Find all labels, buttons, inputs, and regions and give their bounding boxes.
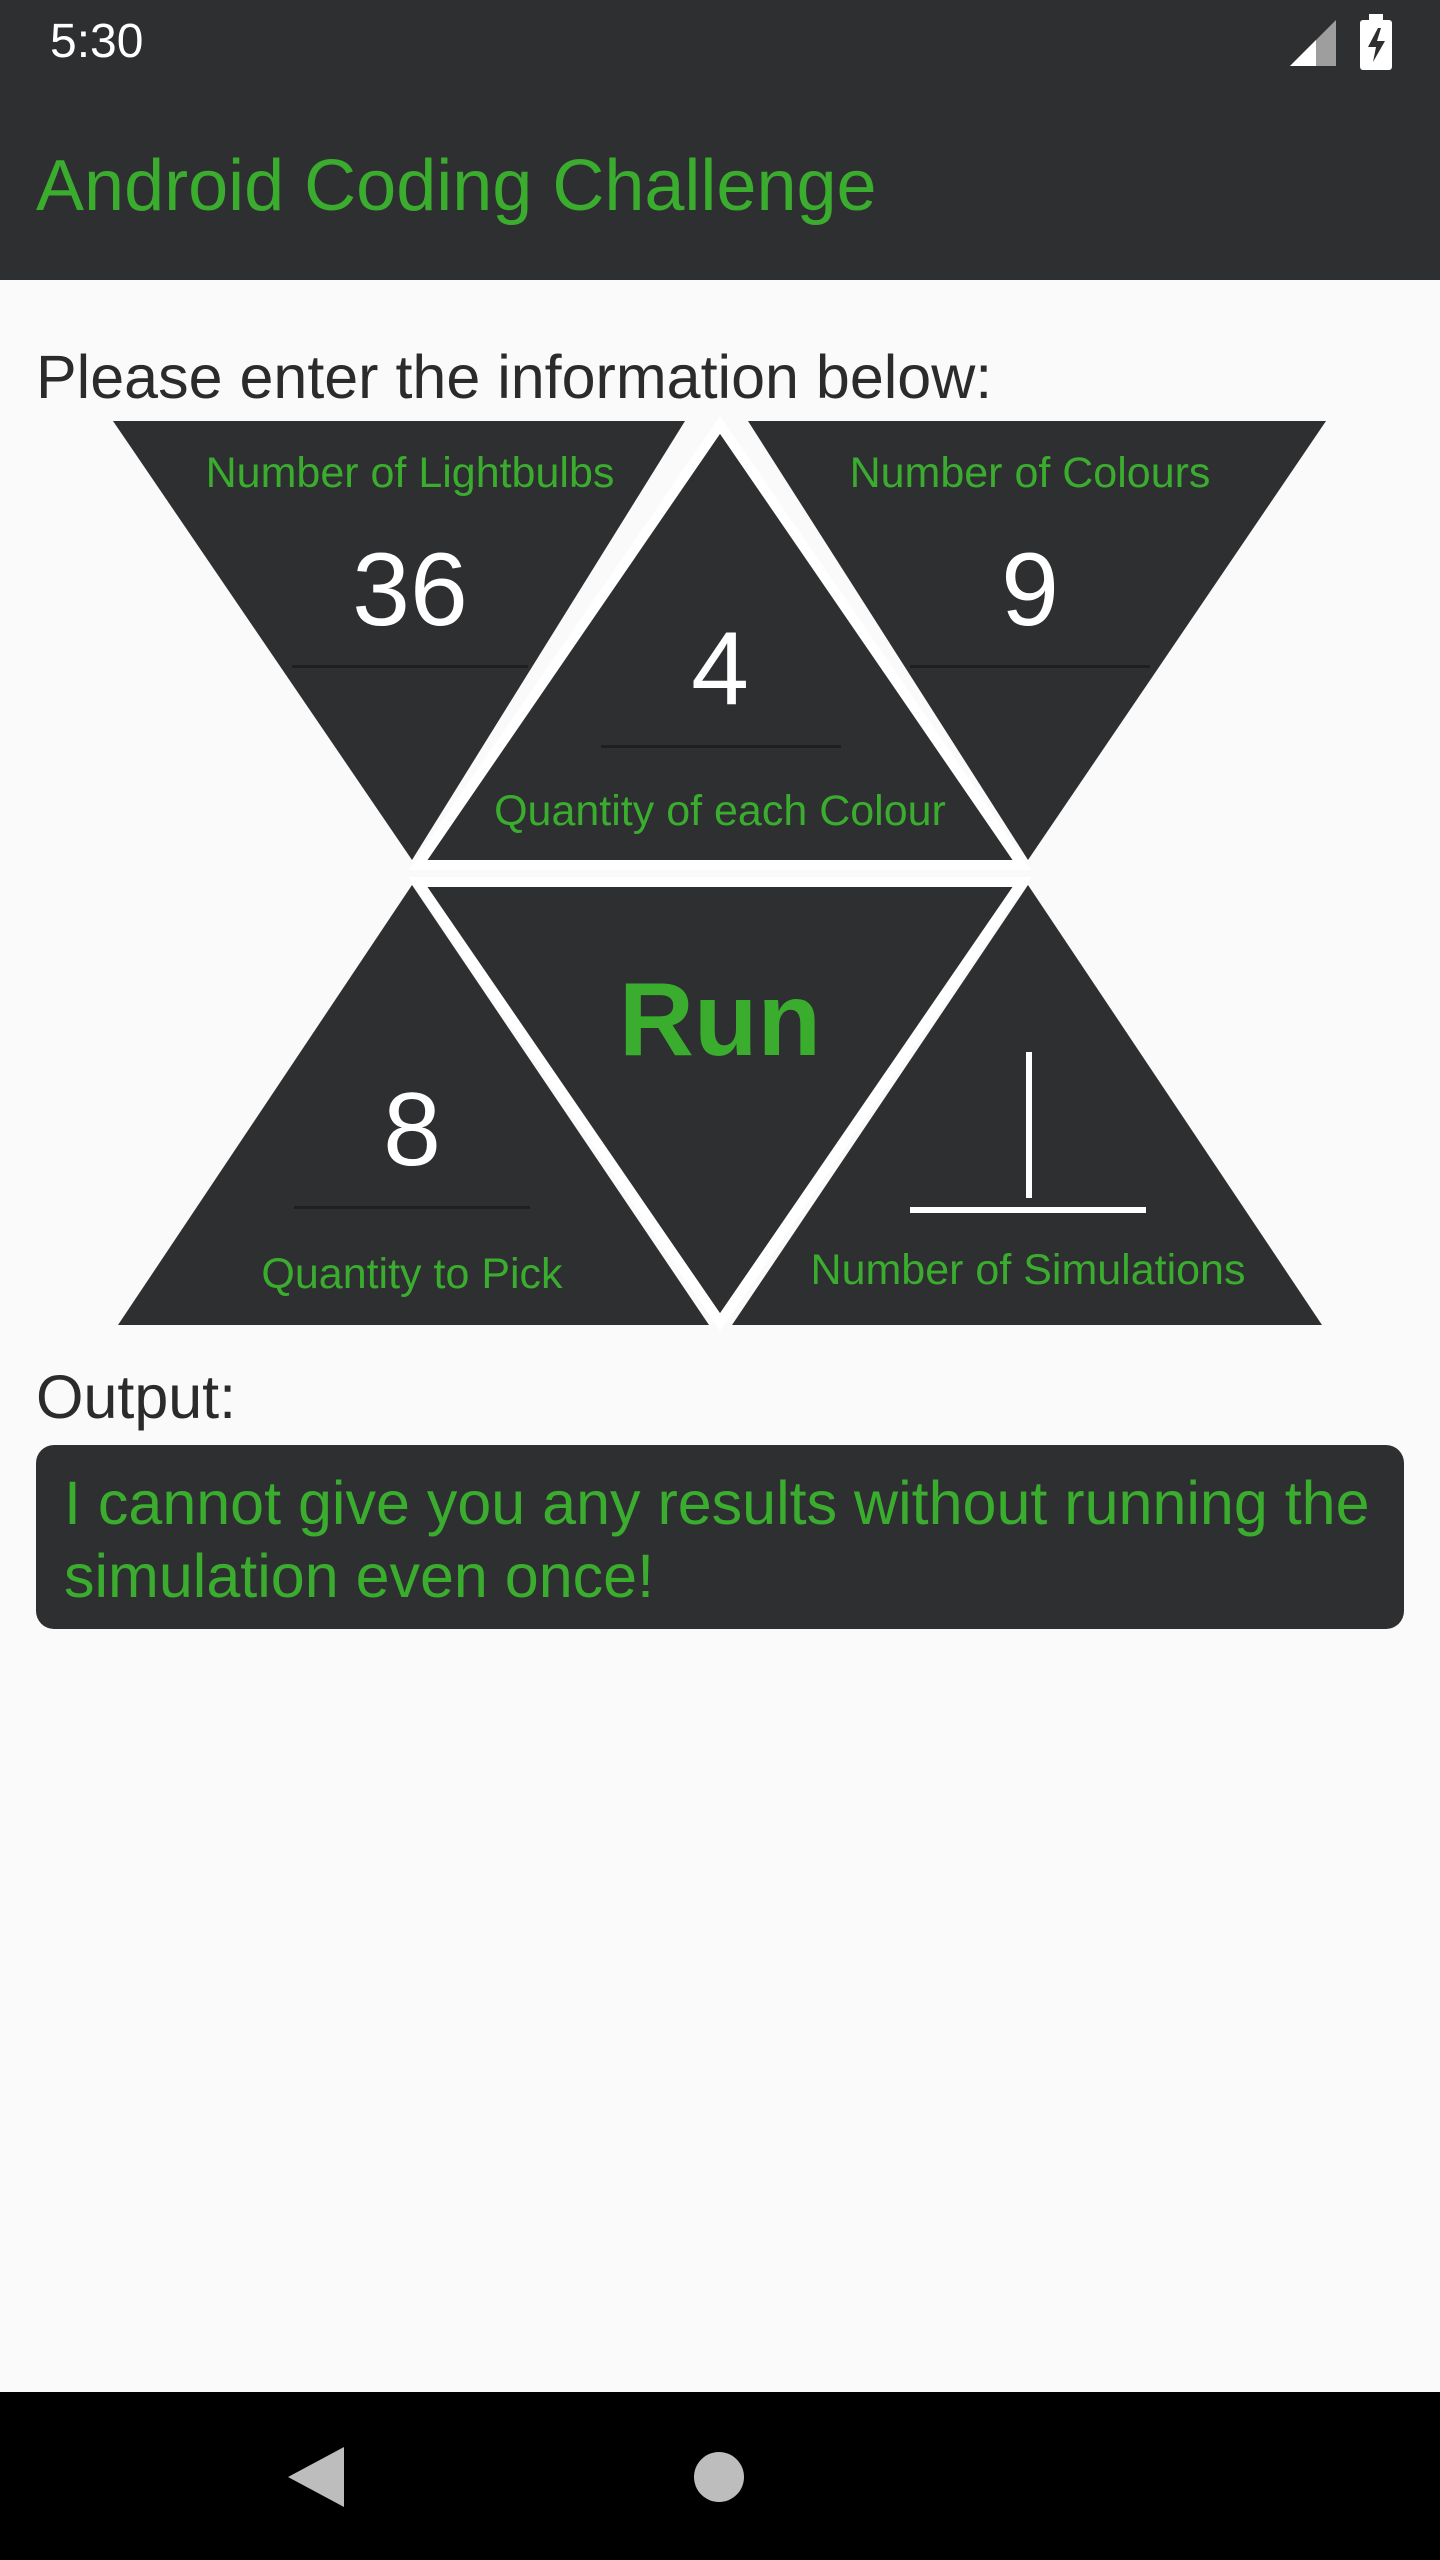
each-colour-input[interactable]: 4 — [600, 614, 840, 724]
colours-underline — [910, 665, 1150, 668]
each-colour-label: Quantity of each Colour — [494, 787, 946, 835]
colours-input[interactable]: 9 — [910, 535, 1150, 645]
lightbulbs-input[interactable]: 36 — [290, 535, 530, 645]
output-box: I cannot give you any results without ru… — [36, 1445, 1404, 1629]
simulations-underline-focused — [910, 1207, 1146, 1213]
each-colour-underline — [601, 745, 841, 748]
colours-label: Number of Colours — [849, 449, 1211, 497]
back-triangle-icon[interactable] — [288, 2447, 344, 2507]
output-label: Output: — [36, 1363, 237, 1431]
home-circle-icon[interactable] — [694, 2452, 744, 2502]
pick-input[interactable]: 8 — [292, 1075, 532, 1185]
output-text: I cannot give you any results without ru… — [64, 1469, 1370, 1610]
run-button[interactable]: Run — [560, 965, 880, 1075]
simulations-label: Number of Simulations — [810, 1246, 1246, 1294]
pick-label: Quantity to Pick — [261, 1250, 563, 1298]
lightbulbs-label: Number of Lightbulbs — [205, 449, 615, 497]
text-cursor — [1026, 1052, 1032, 1198]
pick-underline — [294, 1206, 530, 1209]
lightbulbs-underline — [292, 665, 528, 668]
